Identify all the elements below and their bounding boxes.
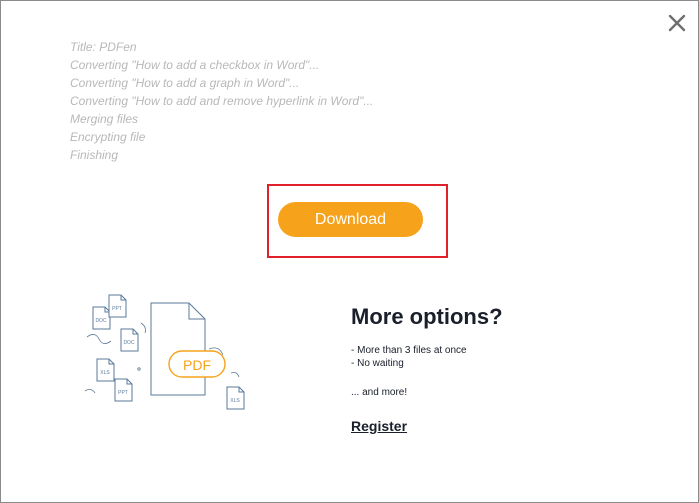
pdf-badge: PDF bbox=[183, 357, 211, 373]
and-more-text: ... and more! bbox=[351, 387, 408, 398]
illustration-label: PPT bbox=[112, 306, 122, 312]
close-button[interactable] bbox=[665, 11, 689, 35]
options-list: - More than 3 files at once - No waiting bbox=[351, 344, 467, 370]
documents-to-pdf-icon: DOC PPT DOC XLS PPT XLS PDF bbox=[84, 294, 245, 410]
log-line: Finishing bbox=[70, 148, 119, 162]
more-options-title: More options? bbox=[351, 304, 503, 329]
log-line: Title: PDFen bbox=[70, 40, 137, 54]
log-line: Converting "How to add and remove hyperl… bbox=[70, 94, 374, 108]
close-icon bbox=[668, 14, 686, 32]
illustration-label: XLS bbox=[230, 398, 240, 404]
illustration-label: DOC bbox=[123, 340, 135, 346]
log-line: Converting "How to add a graph in Word".… bbox=[70, 76, 300, 90]
option-item: - No waiting bbox=[351, 358, 404, 369]
log-line: Merging files bbox=[70, 112, 139, 126]
progress-log: Title: PDFen Converting "How to add a ch… bbox=[70, 38, 373, 164]
log-line: Encrypting file bbox=[70, 130, 146, 144]
illustration-label: XLS bbox=[100, 370, 110, 376]
log-line: Converting "How to add a checkbox in Wor… bbox=[70, 58, 320, 72]
illustration-label: DOC bbox=[95, 318, 107, 324]
illustration-label: PPT bbox=[118, 390, 128, 396]
register-link[interactable]: Register bbox=[351, 418, 407, 434]
dialog-window: Title: PDFen Converting "How to add a ch… bbox=[0, 0, 699, 503]
option-item: - More than 3 files at once bbox=[351, 345, 467, 356]
download-button[interactable]: Download bbox=[278, 202, 423, 237]
